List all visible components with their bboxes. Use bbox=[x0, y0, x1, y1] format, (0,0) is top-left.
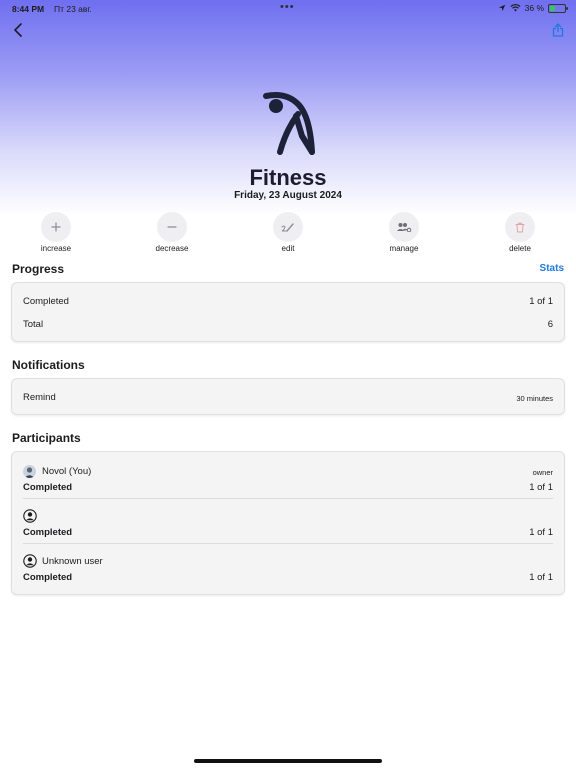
status-bar: 8:44 PM Пт 23 авг. ••• 36 % bbox=[0, 0, 576, 18]
stretching-person-icon bbox=[263, 92, 315, 155]
increase-button[interactable]: increase bbox=[26, 212, 86, 253]
share-button[interactable] bbox=[548, 20, 568, 40]
notifications-section-title: Notifications bbox=[12, 358, 85, 372]
increase-label: increase bbox=[40, 244, 72, 253]
edit-button-circle[interactable] bbox=[273, 212, 303, 242]
divider bbox=[23, 498, 553, 499]
delete-label: delete bbox=[509, 244, 531, 253]
progress-card: Completed 1 of 1 Total 6 bbox=[11, 282, 565, 342]
status-indicators: 36 % bbox=[498, 3, 568, 13]
manage-button[interactable]: manage bbox=[374, 212, 434, 253]
battery-percent: 36 % bbox=[524, 3, 544, 13]
participant-status-label: Completed bbox=[23, 572, 73, 583]
edit-label: edit bbox=[281, 244, 295, 253]
participant-status-value: 1 of 1 bbox=[529, 527, 553, 538]
avatar bbox=[23, 465, 36, 478]
progress-total-value: 6 bbox=[547, 319, 553, 330]
plus-icon bbox=[51, 222, 61, 232]
decrease-label: decrease bbox=[155, 244, 189, 253]
increase-button-circle[interactable] bbox=[41, 212, 71, 242]
participant-status-label: Completed bbox=[23, 482, 73, 493]
participant-name: Unknown user bbox=[42, 556, 103, 567]
status-date: Пт 23 авг. bbox=[54, 4, 92, 14]
decrease-button-circle[interactable] bbox=[157, 212, 187, 242]
user-photo-icon bbox=[23, 465, 36, 478]
remind-value[interactable]: 30 minutes bbox=[516, 394, 553, 403]
action-bar: increase decrease edit manage delete bbox=[0, 212, 576, 256]
delete-button-circle[interactable] bbox=[505, 212, 535, 242]
participant-name: Novol (You) bbox=[42, 466, 92, 477]
status-time: 8:44 PM bbox=[12, 4, 45, 14]
people-gear-icon bbox=[397, 223, 412, 232]
multitasking-dots-icon[interactable]: ••• bbox=[280, 1, 295, 13]
wifi-icon bbox=[510, 4, 521, 12]
participants-card: Novol (You) owner Completed 1 of 1 Compl… bbox=[11, 451, 565, 595]
page-title: Fitness bbox=[249, 165, 327, 190]
chevron-left-icon bbox=[14, 23, 22, 37]
person-circle-icon bbox=[23, 554, 37, 568]
participant-status-value: 1 of 1 bbox=[529, 482, 553, 493]
divider bbox=[23, 543, 553, 544]
participant-status-value: 1 of 1 bbox=[529, 572, 553, 583]
trash-icon bbox=[515, 222, 525, 232]
share-icon bbox=[552, 23, 564, 37]
participant-role: owner bbox=[532, 468, 553, 477]
minus-icon bbox=[167, 226, 177, 228]
progress-completed-value: 1 of 1 bbox=[529, 296, 553, 307]
participants-section-title: Participants bbox=[12, 431, 81, 445]
location-arrow-icon bbox=[498, 4, 505, 12]
stats-link[interactable]: Stats bbox=[540, 263, 564, 274]
edit-button[interactable]: edit bbox=[258, 212, 318, 253]
decrease-button[interactable]: decrease bbox=[142, 212, 202, 253]
pencil-icon bbox=[281, 223, 294, 232]
delete-button[interactable]: delete bbox=[490, 212, 550, 253]
progress-section-title: Progress bbox=[12, 262, 65, 276]
remind-label: Remind bbox=[23, 392, 56, 403]
participant-status-label: Completed bbox=[23, 527, 73, 538]
notifications-card[interactable]: Remind 30 minutes bbox=[11, 378, 565, 415]
back-button[interactable] bbox=[8, 20, 28, 40]
battery-icon bbox=[548, 3, 568, 13]
progress-completed-label: Completed bbox=[23, 296, 69, 307]
person-circle-icon bbox=[23, 509, 37, 523]
home-indicator[interactable] bbox=[194, 759, 382, 763]
manage-button-circle[interactable] bbox=[389, 212, 419, 242]
page-date: Friday, 23 August 2024 bbox=[234, 190, 342, 201]
manage-label: manage bbox=[389, 244, 419, 253]
progress-total-label: Total bbox=[23, 319, 44, 330]
